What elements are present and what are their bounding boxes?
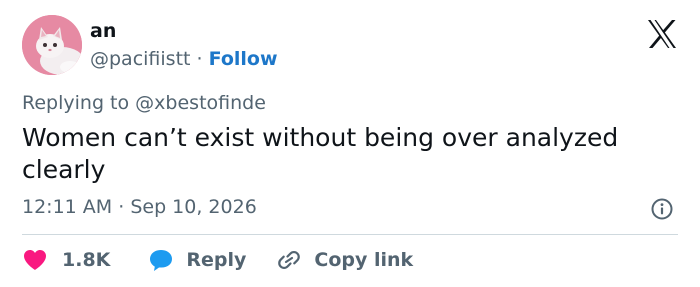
heart-icon: [24, 250, 46, 270]
author-handle-row: @pacifiistt · Follow: [90, 48, 278, 70]
author-handle[interactable]: @pacifiistt: [90, 48, 190, 70]
replying-to-handle[interactable]: @xbestofinde: [135, 92, 266, 114]
reply-label: Reply: [186, 249, 247, 271]
handle-separator: ·: [196, 48, 203, 70]
timestamp-row: 12:11 AM · Sep 10, 2026: [22, 196, 257, 218]
copy-link-label: Copy link: [314, 249, 414, 271]
link-icon: [278, 250, 301, 270]
x-logo-icon[interactable]: [646, 18, 678, 50]
action-bar: 1.8K Reply Copy link: [22, 244, 413, 276]
avatar[interactable]: [22, 15, 82, 75]
author-name[interactable]: an: [90, 20, 116, 42]
replying-to-prefix: Replying to: [22, 92, 130, 114]
info-icon[interactable]: [650, 197, 674, 221]
reply-button[interactable]: Reply: [148, 248, 246, 272]
date-separator: ·: [118, 196, 125, 218]
replying-to: Replying to @xbestofinde: [22, 92, 266, 114]
tweet-time[interactable]: 12:11 AM: [22, 196, 112, 218]
divider: [22, 234, 678, 235]
like-button[interactable]: 1.8K: [22, 248, 110, 272]
like-count: 1.8K: [62, 249, 111, 271]
follow-button[interactable]: Follow: [209, 48, 278, 70]
tweet-card: an @pacifiistt · Follow Replying to @xbe…: [0, 0, 700, 287]
tweet-text: Women can’t exist without being over ana…: [22, 123, 619, 184]
tweet-date[interactable]: Sep 10, 2026: [130, 196, 256, 218]
copy-link-button[interactable]: Copy link: [276, 248, 413, 272]
avatar-cat-image: [22, 15, 82, 75]
reply-bubble-icon: [150, 250, 173, 271]
